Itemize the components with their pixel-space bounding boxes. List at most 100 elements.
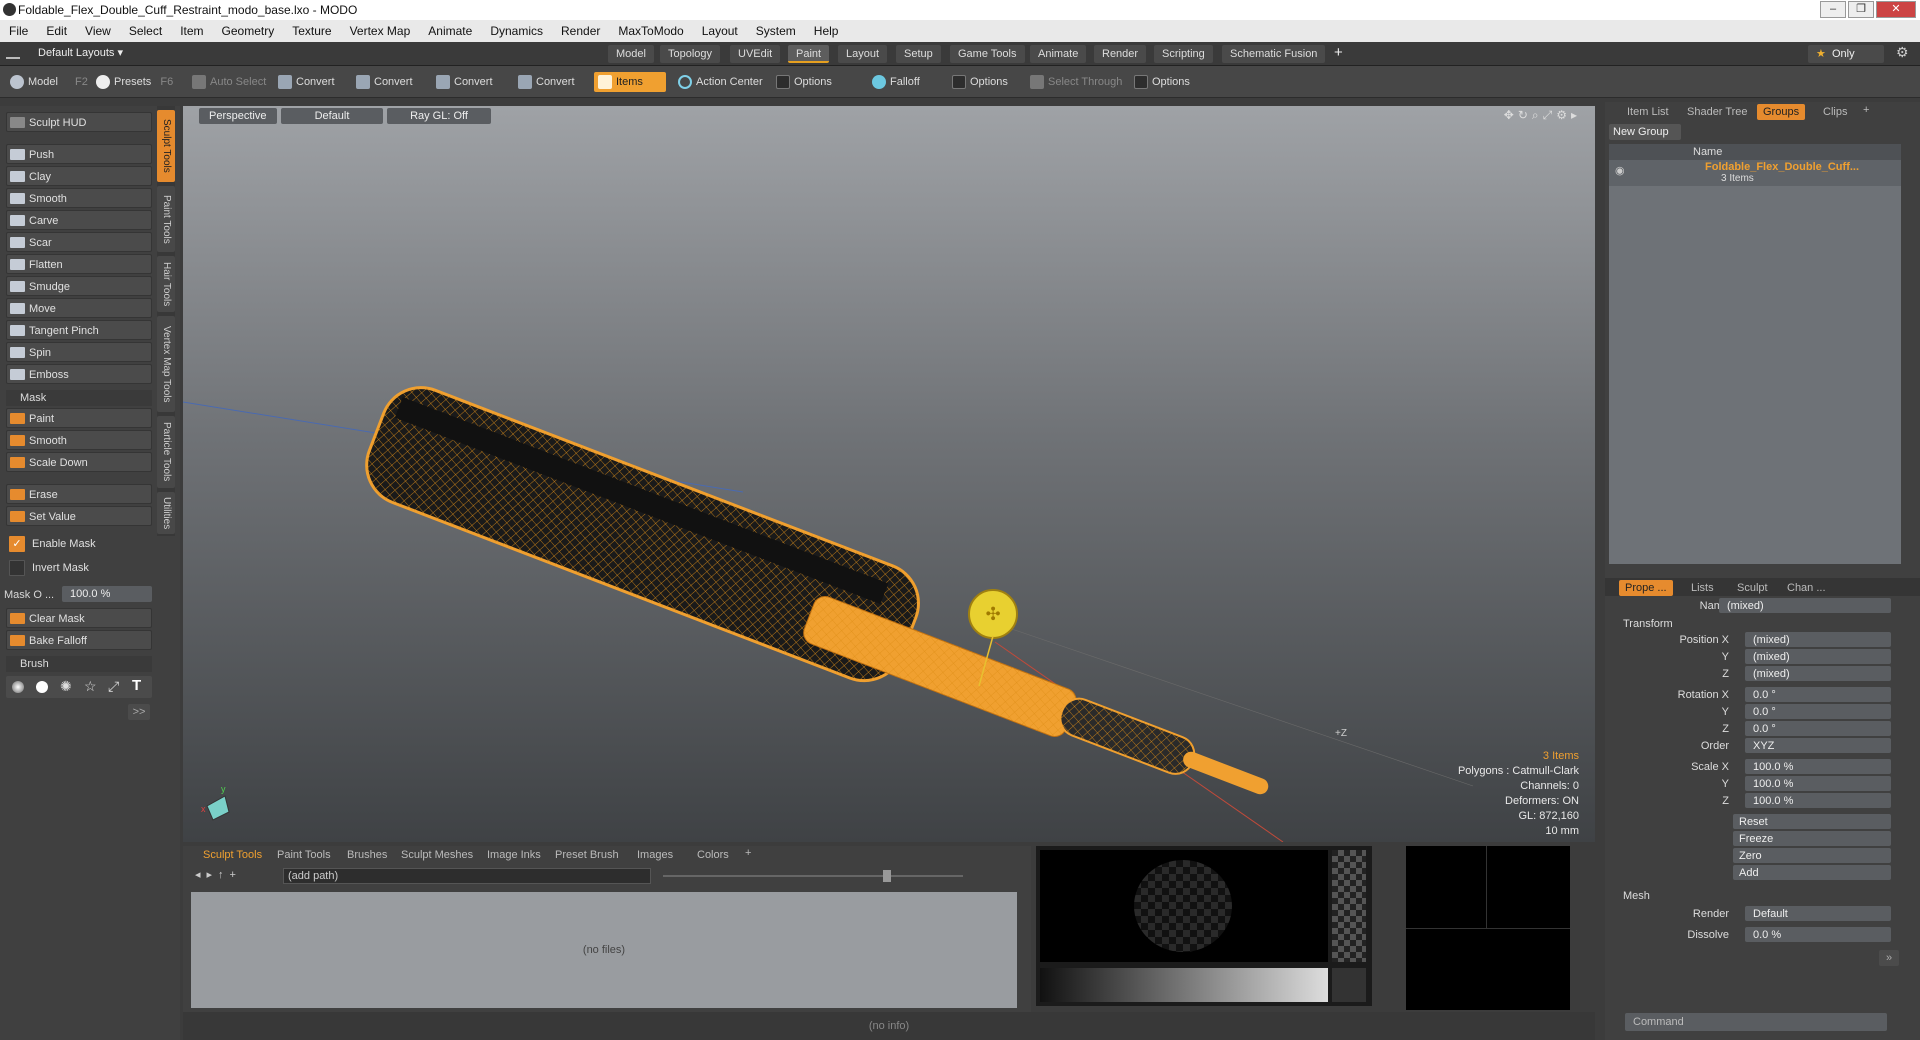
rotation-z-field[interactable]: 0.0 ° [1745, 721, 1891, 736]
hard-brush-icon[interactable] [36, 681, 48, 693]
tool-push-button[interactable]: Push [6, 144, 152, 164]
tool-smudge-button[interactable]: Smudge [6, 276, 152, 296]
freeze-dropdown[interactable]: Freeze [1733, 831, 1891, 846]
rtab-groups[interactable]: Groups [1757, 104, 1806, 120]
mesh-section[interactable]: Mesh [1611, 888, 1650, 904]
splat-brush-icon[interactable]: ✺ [60, 678, 72, 695]
mask-paint-button[interactable]: Paint [6, 408, 152, 428]
btab-brushes[interactable]: Brushes [347, 846, 387, 864]
select-options-button[interactable]: Options [1130, 72, 1196, 92]
action-center-options-button[interactable]: Options [772, 72, 838, 92]
tab-topology[interactable]: Topology [660, 45, 721, 63]
menu-edit[interactable]: Edit [37, 24, 76, 38]
sculpt-hud-button[interactable]: Sculpt HUD [6, 112, 152, 132]
tab-setup[interactable]: Setup [896, 45, 941, 63]
name-field[interactable]: (mixed) [1719, 598, 1891, 613]
menu-maxtomodo[interactable]: MaxToModo [609, 24, 692, 38]
more-button[interactable]: » [1879, 950, 1899, 966]
new-group-button[interactable]: New Group [1609, 124, 1681, 140]
tab-model[interactable]: Model [608, 45, 654, 63]
auto-select-button[interactable]: Auto Select [188, 72, 272, 92]
action-center-button[interactable]: Action Center [674, 72, 769, 92]
tool-spin-button[interactable]: Spin [6, 342, 152, 362]
vtab-vertex-map-tools[interactable]: Vertex Map Tools [157, 316, 175, 412]
rotation-x-field[interactable]: 0.0 ° [1745, 687, 1891, 702]
browser-nav-icons[interactable]: ◂▸↑+ [195, 868, 242, 881]
menu-render[interactable]: Render [552, 24, 609, 38]
menu-dynamics[interactable]: Dynamics [481, 24, 552, 38]
tab-animate[interactable]: Animate [1030, 45, 1087, 63]
btab-sculpt-meshes[interactable]: Sculpt Meshes [401, 846, 473, 864]
tool-emboss-button[interactable]: Emboss [6, 364, 152, 384]
menu-animate[interactable]: Animate [419, 24, 481, 38]
convert-vertices-button[interactable]: Convert [274, 72, 341, 92]
3d-viewport[interactable]: Perspective Default Ray GL: Off ✥↻⌕⤢⚙▸ ✣… [183, 106, 1595, 842]
brush-section-header[interactable]: Brush [6, 656, 152, 672]
tab-layout[interactable]: Layout [838, 45, 888, 63]
ptab-sculpt[interactable]: Sculpt [1731, 580, 1774, 596]
falloff-options-button[interactable]: Options [948, 72, 1014, 92]
tab-game-tools[interactable]: Game Tools [950, 45, 1025, 63]
tool-scar-button[interactable]: Scar [6, 232, 152, 252]
maximize-button[interactable]: ❐ [1848, 1, 1874, 18]
ptab-lists[interactable]: Lists [1685, 580, 1720, 596]
convert-polygons-button[interactable]: Convert [432, 72, 499, 92]
tab-paint[interactable]: Paint [788, 45, 830, 63]
add-tab-icon[interactable]: + [1863, 104, 1869, 116]
position-y-field[interactable]: (mixed) [1745, 649, 1891, 664]
position-z-field[interactable]: (mixed) [1745, 666, 1891, 681]
stroke-brush-icon[interactable]: ⤢ [108, 678, 119, 695]
dissolve-field[interactable]: 0.0 % [1745, 927, 1891, 942]
rotation-y-field[interactable]: 0.0 ° [1745, 704, 1891, 719]
file-list[interactable]: (no files) [191, 892, 1017, 1008]
menu-layout[interactable]: Layout [693, 24, 747, 38]
tool-tangent-pinch-button[interactable]: Tangent Pinch [6, 320, 152, 340]
presets-button[interactable]: Presets F6 [92, 72, 179, 92]
eye-icon[interactable]: ◉ [1615, 164, 1625, 177]
mask-smooth-button[interactable]: Smooth [6, 430, 152, 450]
thumbnail-size-slider[interactable] [663, 875, 963, 877]
path-dropdown[interactable]: (add path) [283, 868, 651, 884]
tool-carve-button[interactable]: Carve [6, 210, 152, 230]
invert-mask-checkbox[interactable]: Invert Mask [6, 558, 152, 578]
layout-icon[interactable] [6, 47, 20, 59]
only-toggle[interactable]: ★ Only [1808, 45, 1884, 63]
star-brush-icon[interactable]: ☆ [84, 678, 97, 695]
tool-flatten-button[interactable]: Flatten [6, 254, 152, 274]
reset-dropdown[interactable]: Reset [1733, 814, 1891, 829]
menu-item[interactable]: Item [171, 24, 212, 38]
order-dropdown[interactable]: XYZ [1745, 738, 1891, 753]
tool-move-button[interactable]: Move [6, 298, 152, 318]
clear-mask-button[interactable]: Clear Mask [6, 608, 152, 628]
mask-scale-down-button[interactable]: Scale Down [6, 452, 152, 472]
tab-uvedit[interactable]: UVEdit [730, 45, 781, 63]
menu-vertex-map[interactable]: Vertex Map [341, 24, 420, 38]
model-mode-button[interactable]: Model F2 [6, 72, 94, 92]
menu-help[interactable]: Help [805, 24, 848, 38]
more-button[interactable]: >> [128, 704, 150, 720]
btab-colors[interactable]: Colors [697, 846, 729, 864]
color-swatch[interactable] [1332, 968, 1366, 1002]
menu-view[interactable]: View [76, 24, 120, 38]
default-layouts-dropdown[interactable]: Default Layouts ▾ [38, 46, 123, 59]
convert-materials-button[interactable]: Convert [514, 72, 581, 92]
tool-clay-button[interactable]: Clay [6, 166, 152, 186]
btab-images[interactable]: Images [637, 846, 673, 864]
ptab-properties[interactable]: Prope ... [1619, 580, 1673, 596]
btab-preset-brush[interactable]: Preset Brush [555, 846, 619, 864]
btab-paint-tools[interactable]: Paint Tools [277, 846, 331, 864]
convert-edges-button[interactable]: Convert [352, 72, 419, 92]
vtab-sculpt-tools[interactable]: Sculpt Tools [157, 110, 175, 182]
add-tab-icon[interactable]: + [745, 847, 751, 859]
text-brush-icon[interactable]: T [132, 677, 141, 694]
vtab-particle-tools[interactable]: Particle Tools [157, 416, 175, 488]
mask-section-header[interactable]: Mask [6, 390, 152, 406]
btab-sculpt-tools[interactable]: Sculpt Tools [203, 846, 262, 864]
tab-schematic-fusion[interactable]: Schematic Fusion [1222, 45, 1326, 63]
items-mode-button[interactable]: Items [594, 72, 666, 92]
add-dropdown[interactable]: Add [1733, 865, 1891, 880]
soft-brush-icon[interactable] [12, 681, 24, 693]
menu-file[interactable]: File [0, 24, 37, 38]
tab-scripting[interactable]: Scripting [1154, 45, 1213, 63]
menu-geometry[interactable]: Geometry [213, 24, 284, 38]
